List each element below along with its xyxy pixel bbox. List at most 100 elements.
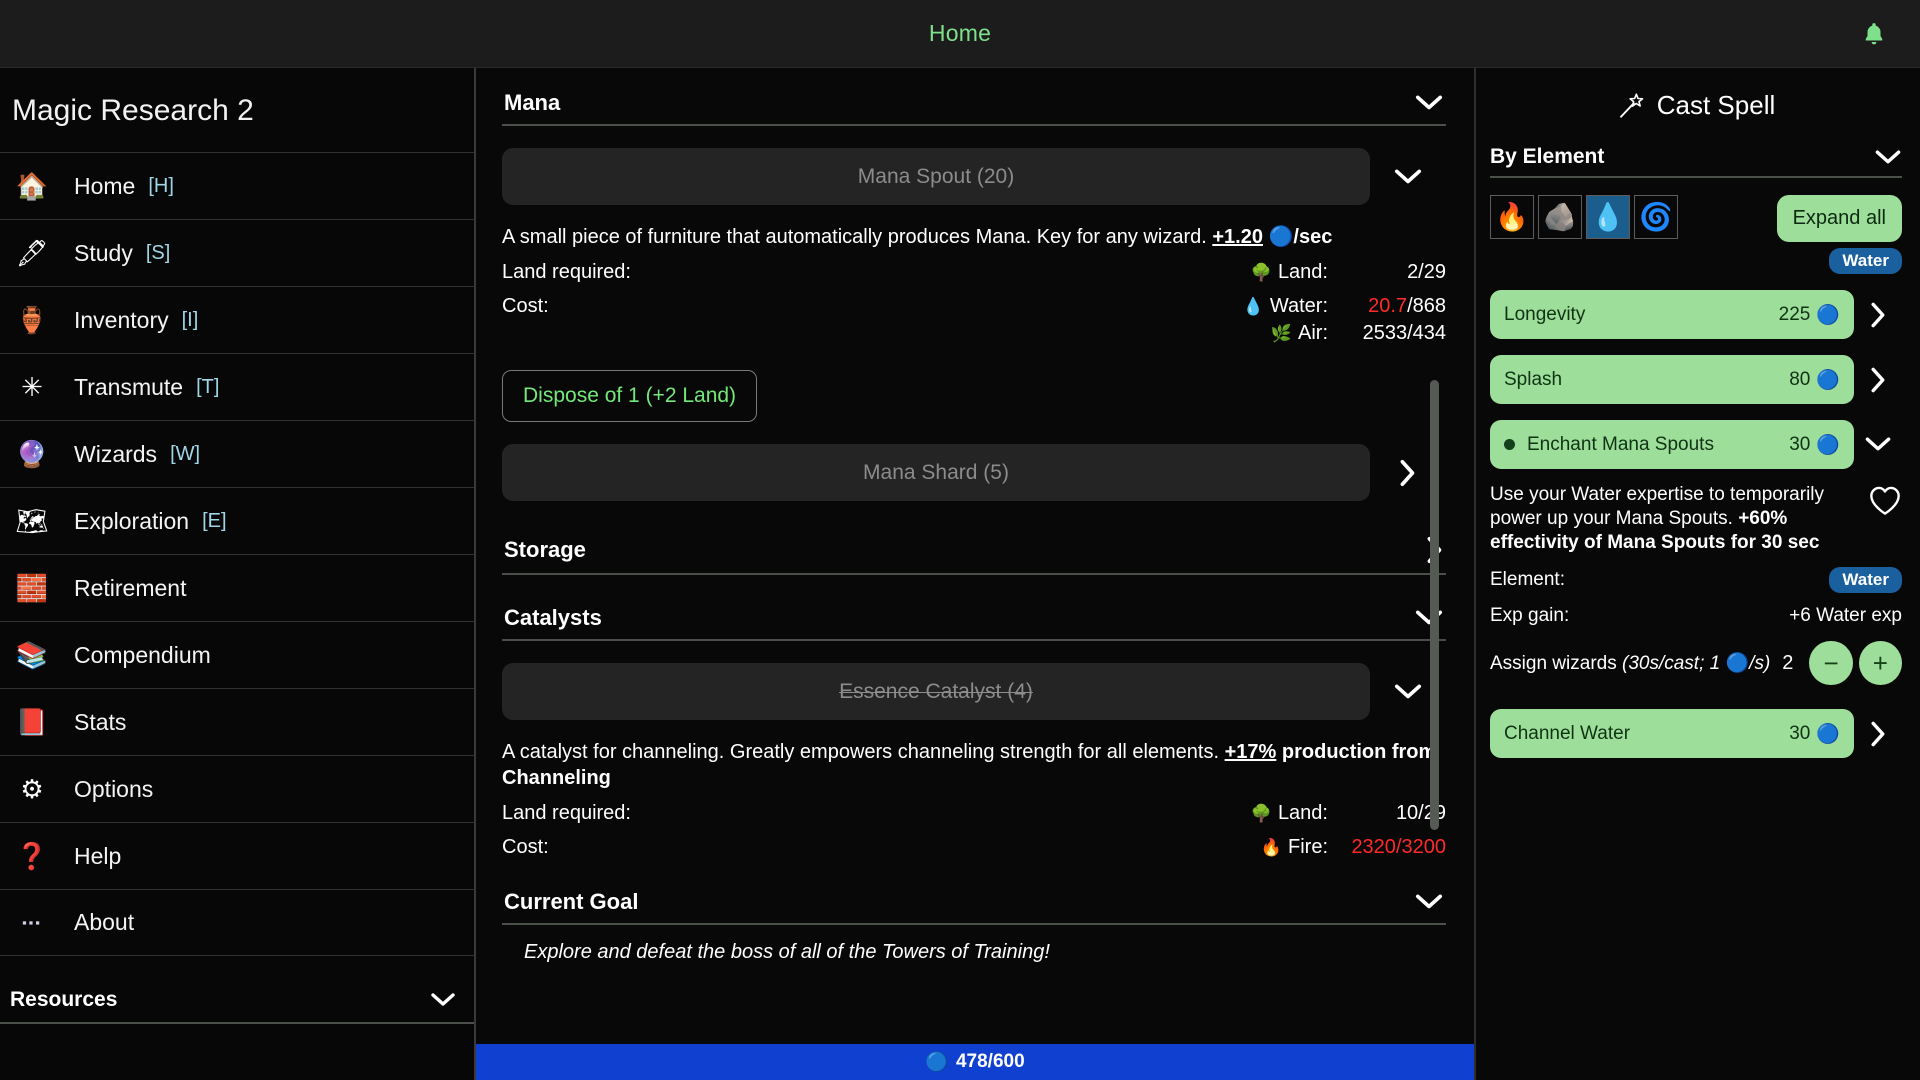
sidebar-item-study[interactable]: 🖋 Study [S] — [0, 219, 474, 286]
sidebar-item-home[interactable]: 🏠 Home [H] — [0, 152, 474, 219]
mana-orb-icon: 🔵 — [1816, 368, 1840, 392]
by-element-header[interactable]: By Element — [1490, 145, 1902, 178]
favorite-spell-button[interactable] — [1868, 485, 1902, 523]
element-icons: 🔥 🪨 💧 🌀 — [1490, 195, 1678, 239]
dispose-mana-spout-button[interactable]: Dispose of 1 (+2 Land) — [502, 370, 757, 422]
main-panel-scrollbar[interactable] — [1430, 380, 1439, 830]
description-text: A catalyst for channeling. Greatly empow… — [502, 741, 1225, 763]
expand-all-button[interactable]: Expand all — [1777, 195, 1902, 242]
top-bar: Home — [0, 0, 1920, 68]
land-required-row: Land required: 🌳 Land: 2/29 — [502, 261, 1446, 284]
wand-icon: 🔮 — [10, 432, 54, 476]
buy-essence-catalyst-button[interactable]: Essence Catalyst (4) — [502, 663, 1370, 720]
sidebar-item-options[interactable]: ⚙ Options — [0, 755, 474, 822]
cast-spell-title: Cast Spell — [1657, 90, 1776, 121]
mana-orb-icon: 🔵 — [1816, 722, 1840, 746]
sidebar-item-help[interactable]: ❓ Help — [0, 822, 474, 889]
sidebar-item-label: About — [74, 909, 134, 936]
sparkle-icon: ✳ — [10, 365, 54, 409]
spell-splash-button[interactable]: Splash 80 🔵 — [1490, 355, 1854, 404]
sidebar-item-retirement[interactable]: 🧱 Retirement — [0, 554, 474, 621]
sidebar-item-inventory[interactable]: 🏺 Inventory [I] — [0, 286, 474, 353]
sidebar-item-label: Stats — [74, 709, 126, 736]
item-row-mana-spout: Mana Spout (20) — [502, 148, 1446, 205]
section-header-mana[interactable]: Mana — [502, 86, 1446, 126]
assign-wizards-label: Assign wizards — [1490, 653, 1622, 674]
description-text: A small piece of furniture that automati… — [502, 226, 1212, 248]
spell-name: Longevity — [1504, 304, 1585, 326]
cost-value: 30 — [1789, 723, 1810, 745]
assign-wizards-row: Assign wizards (30s/cast; 1 🔵/s) 2 − + — [1490, 641, 1902, 685]
sidebar-item-compendium[interactable]: 📚 Compendium — [0, 621, 474, 688]
air-icon: 🌀 — [1639, 204, 1673, 231]
resource-value: 2320/3200 — [1328, 836, 1446, 859]
spell-enchant-mana-spouts-button[interactable]: Enchant Mana Spouts 30 🔵 — [1490, 420, 1854, 469]
element-water-button[interactable]: 💧 — [1586, 195, 1630, 239]
cost-row: Cost: 💧 Water: 20.7/868 🌿 Air: 2533/434 — [502, 295, 1446, 345]
sidebar-item-stats[interactable]: 📕 Stats — [0, 688, 474, 755]
chevron-down-icon — [430, 992, 456, 1008]
current-amount: 20.7 — [1368, 295, 1407, 317]
assign-note-a: (30s/cast; 1 — [1622, 653, 1726, 674]
buy-mana-spout-button[interactable]: Mana Spout (20) — [502, 148, 1370, 205]
spell-cost: 30 🔵 — [1789, 722, 1840, 746]
spell-row-enchant-mana-spouts: Enchant Mana Spouts 30 🔵 — [1490, 420, 1902, 469]
mana-orb-icon: 🔵 — [925, 1050, 949, 1074]
expand-splash-chevron-right-icon[interactable] — [1854, 366, 1902, 394]
mana-spout-description: A small piece of furniture that automati… — [502, 224, 1446, 250]
land-required-label: Land required: — [502, 802, 631, 825]
cost-value: 225 — [1779, 304, 1811, 326]
production-rate: +1.20 — [1212, 226, 1263, 248]
ruins-icon: 🧱 — [10, 566, 54, 610]
buy-mana-shard-button[interactable]: Mana Shard (5) — [502, 444, 1370, 501]
mana-orb-icon: 🔵 — [1726, 653, 1750, 674]
element-label: Element: — [1490, 569, 1565, 591]
element-earth-button[interactable]: 🪨 — [1538, 195, 1582, 239]
sidebar-item-transmute[interactable]: ✳ Transmute [T] — [0, 353, 474, 420]
books-icon: 📚 — [10, 633, 54, 677]
element-tag-water: Water — [1829, 248, 1902, 274]
sidebar-item-exploration[interactable]: 🗺 Exploration [E] — [0, 487, 474, 554]
land-value: 2/29 — [1328, 261, 1446, 284]
sidebar-item-about[interactable]: ▪▪▪ About — [0, 889, 474, 956]
spell-element-row: Element: Water — [1490, 567, 1902, 593]
exp-gain-label: Exp gain: — [1490, 605, 1569, 627]
main-panel: Mana Mana Spout (20) A small piece of fu… — [476, 68, 1476, 1080]
element-fire-button[interactable]: 🔥 — [1490, 195, 1534, 239]
land-required-label: Land required: — [502, 261, 631, 284]
collapse-enchant-mana-spouts-chevron-down-icon[interactable] — [1854, 436, 1902, 453]
sidebar-item-wizards[interactable]: 🔮 Wizards [W] — [0, 420, 474, 487]
chevron-down-icon — [1874, 149, 1902, 166]
section-header-catalysts[interactable]: Catalysts — [502, 601, 1446, 641]
expand-longevity-chevron-right-icon[interactable] — [1854, 301, 1902, 329]
spell-row-channel-water: Channel Water 30 🔵 — [1490, 709, 1902, 758]
expand-mana-spout-chevron-down-icon[interactable] — [1370, 168, 1446, 186]
by-element-title: By Element — [1490, 145, 1604, 169]
increase-wizards-button[interactable]: + — [1859, 641, 1902, 685]
production-rate: +17% — [1225, 741, 1277, 763]
item-row-essence-catalyst: Essence Catalyst (4) — [502, 663, 1446, 720]
catalyst-cost-row: Cost: 🔥 Fire: 2320/3200 — [502, 836, 1446, 859]
spell-cost: 30 🔵 — [1789, 433, 1840, 457]
item-row-mana-shard: Mana Shard (5) — [502, 444, 1446, 501]
quill-icon: 🖋 — [10, 231, 54, 275]
resources-label: Resources — [10, 988, 117, 1012]
section-header-storage[interactable]: Storage — [502, 531, 1446, 575]
tree-icon: 🌳 — [1251, 804, 1272, 824]
decrease-wizards-button[interactable]: − — [1809, 641, 1852, 685]
spell-channel-water-button[interactable]: Channel Water 30 🔵 — [1490, 709, 1854, 758]
tree-icon: 🌳 — [1251, 263, 1272, 283]
sidebar-item-label: Retirement — [74, 575, 186, 602]
sidebar-item-hotkey: [E] — [202, 510, 226, 533]
expand-channel-water-chevron-right-icon[interactable] — [1854, 720, 1902, 748]
notification-bell-button[interactable] — [1854, 14, 1894, 54]
element-air-button[interactable]: 🌀 — [1634, 195, 1678, 239]
sidebar-item-label: Options — [74, 776, 153, 803]
section-header-current-goal[interactable]: Current Goal — [502, 885, 1446, 925]
water-icon: 💧 — [1591, 204, 1625, 231]
current-goal-text: Explore and defeat the boss of all of th… — [502, 941, 1446, 964]
cost-air: 🌿 Air: 2533/434 — [1271, 322, 1446, 345]
spell-longevity-button[interactable]: Longevity 225 🔵 — [1490, 290, 1854, 339]
required-amount: /3200 — [1396, 836, 1446, 858]
resources-collapsible-header[interactable]: Resources — [0, 978, 474, 1024]
